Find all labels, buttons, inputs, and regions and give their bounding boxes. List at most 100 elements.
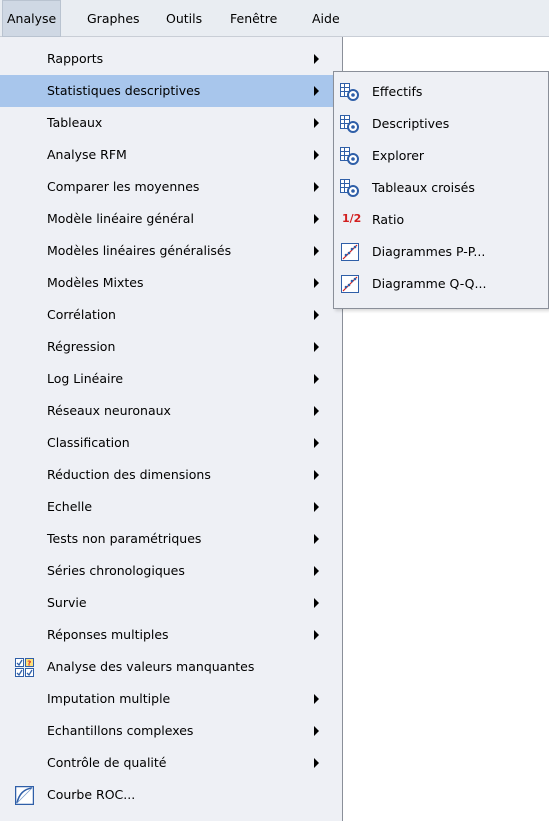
submenu-item-label: Explorer [372,148,425,163]
menu-outils[interactable]: Outils [161,0,207,37]
menu-item-label: Tableaux [47,115,103,130]
ratio-glyph: 1/2 [342,212,362,225]
submenu-arrow-icon [314,182,319,192]
menu-item-analyse-valeurs-manquantes[interactable]: ? Analyse des valeurs manquantes [0,651,340,683]
menu-item-label: Classification [47,435,130,450]
submenu-arrow-icon [314,374,319,384]
menu-item-controle-qualite[interactable]: Contrôle de qualité [0,747,340,779]
menu-item-rapports[interactable]: Rapports [0,43,340,75]
submenu-arrow-icon [314,246,319,256]
menu-item-analyse-rfm[interactable]: Analyse RFM [0,139,340,171]
menu-item-log-lineaire[interactable]: Log Linéaire [0,363,340,395]
submenu-arrow-icon [314,598,319,608]
menu-item-classification[interactable]: Classification [0,427,340,459]
qq-plot-icon [340,275,360,293]
submenu-arrow-icon [314,54,319,64]
submenu-arrow-icon [314,118,319,128]
submenu-item-label: Ratio [372,212,405,227]
submenu-item-effectifs[interactable]: Effectifs [334,76,548,108]
menu-item-label: Modèle linéaire général [47,211,194,226]
submenu-item-label: Descriptives [372,116,450,131]
menu-item-echantillons-complexes[interactable]: Echantillons complexes [0,715,340,747]
menu-fenetre-label: Fenêtre [230,11,278,26]
menu-item-tableaux[interactable]: Tableaux [0,107,340,139]
menu-graphes[interactable]: Graphes [82,0,145,37]
menu-item-courbe-roc[interactable]: Courbe ROC... [0,779,340,811]
submenu-arrow-icon [314,470,319,480]
menu-item-label: Comparer les moyennes [47,179,200,194]
menu-analyse[interactable]: Analyse [2,0,62,37]
frequency-table-icon [340,115,360,133]
menu-item-echelle[interactable]: Echelle [0,491,340,523]
menu-item-label: Modèles linéaires généralisés [47,243,232,258]
submenu-arrow-icon [314,278,319,288]
menu-graphes-label: Graphes [87,11,140,26]
menu-item-label: Réduction des dimensions [47,467,211,482]
menu-item-reponses-multiples[interactable]: Réponses multiples [0,619,340,651]
menu-item-modele-lineaire-general[interactable]: Modèle linéaire général [0,203,340,235]
menu-item-label: Régression [47,339,116,354]
frequency-table-icon [340,83,360,101]
analyse-menu: Rapports Statistiques descriptives Table… [0,37,343,821]
menu-item-statistiques-descriptives[interactable]: Statistiques descriptives [0,75,340,107]
menu-item-label: Survie [47,595,87,610]
missing-values-icon: ? [15,658,34,677]
submenu-item-diagramme-qq[interactable]: Diagramme Q-Q... [334,268,548,300]
submenu-arrow-icon [314,214,319,224]
menu-aide-label: Aide [312,11,340,26]
menu-item-label: Modèles Mixtes [47,275,144,290]
menu-item-label: Statistiques descriptives [47,83,201,98]
descriptives-submenu: Effectifs Descriptives Explorer Tableaux… [333,71,549,309]
menu-item-label: Courbe ROC... [47,787,136,802]
roc-curve-icon [14,785,35,806]
submenu-arrow-icon [314,86,319,96]
menu-item-label: Tests non paramétriques [47,531,202,546]
pp-plot-icon [340,243,360,261]
menu-item-imputation-multiple[interactable]: Imputation multiple [0,683,340,715]
submenu-item-tableaux-croises[interactable]: Tableaux croisés [334,172,548,204]
submenu-arrow-icon [314,630,319,640]
submenu-arrow-icon [314,342,319,352]
submenu-arrow-icon [314,310,319,320]
menu-item-label: Analyse des valeurs manquantes [47,659,255,674]
menu-item-comparer-moyennes[interactable]: Comparer les moyennes [0,171,340,203]
submenu-item-explorer[interactable]: Explorer [334,140,548,172]
frequency-table-icon [340,147,360,165]
menu-item-tests-non-parametriques[interactable]: Tests non paramétriques [0,523,340,555]
menu-analyse-label: Analyse [7,11,57,26]
menu-item-label: Réseaux neuronaux [47,403,171,418]
menu-item-label: Echantillons complexes [47,723,194,738]
submenu-arrow-icon [314,694,319,704]
menu-item-label: Echelle [47,499,93,514]
menu-item-label: Log Linéaire [47,371,124,386]
submenu-arrow-icon [314,502,319,512]
submenu-item-diagrammes-pp[interactable]: Diagrammes P-P... [334,236,548,268]
submenu-item-descriptives[interactable]: Descriptives [334,108,548,140]
menu-item-series-chronologiques[interactable]: Séries chronologiques [0,555,340,587]
menu-item-reseaux-neuronaux[interactable]: Réseaux neuronaux [0,395,340,427]
menu-item-correlation[interactable]: Corrélation [0,299,340,331]
menu-item-reduction-dimensions[interactable]: Réduction des dimensions [0,459,340,491]
menu-item-survie[interactable]: Survie [0,587,340,619]
submenu-arrow-icon [314,566,319,576]
menu-item-regression[interactable]: Régression [0,331,340,363]
menu-item-label: Rapports [47,51,104,66]
submenu-arrow-icon [314,438,319,448]
menu-item-label: Corrélation [47,307,116,322]
menu-item-modeles-mixtes[interactable]: Modèles Mixtes [0,267,340,299]
menu-bar: Analyse Graphes Outils Fenêtre Aide [0,0,549,37]
menu-aide[interactable]: Aide [307,0,345,37]
submenu-arrow-icon [314,758,319,768]
menu-item-label: Réponses multiples [47,627,169,642]
submenu-item-label: Diagrammes P-P... [372,244,486,259]
menu-fenetre[interactable]: Fenêtre [225,0,282,37]
frequency-table-icon [340,179,360,197]
menu-item-label: Séries chronologiques [47,563,185,578]
submenu-item-ratio[interactable]: 1/2 Ratio [334,204,548,236]
ratio-icon: 1/2 [340,211,362,229]
submenu-arrow-icon [314,150,319,160]
menu-outils-label: Outils [166,11,203,26]
menu-item-label: Analyse RFM [47,147,127,162]
submenu-item-label: Diagramme Q-Q... [372,276,487,291]
menu-item-modeles-lineaires-generalises[interactable]: Modèles linéaires généralisés [0,235,340,267]
